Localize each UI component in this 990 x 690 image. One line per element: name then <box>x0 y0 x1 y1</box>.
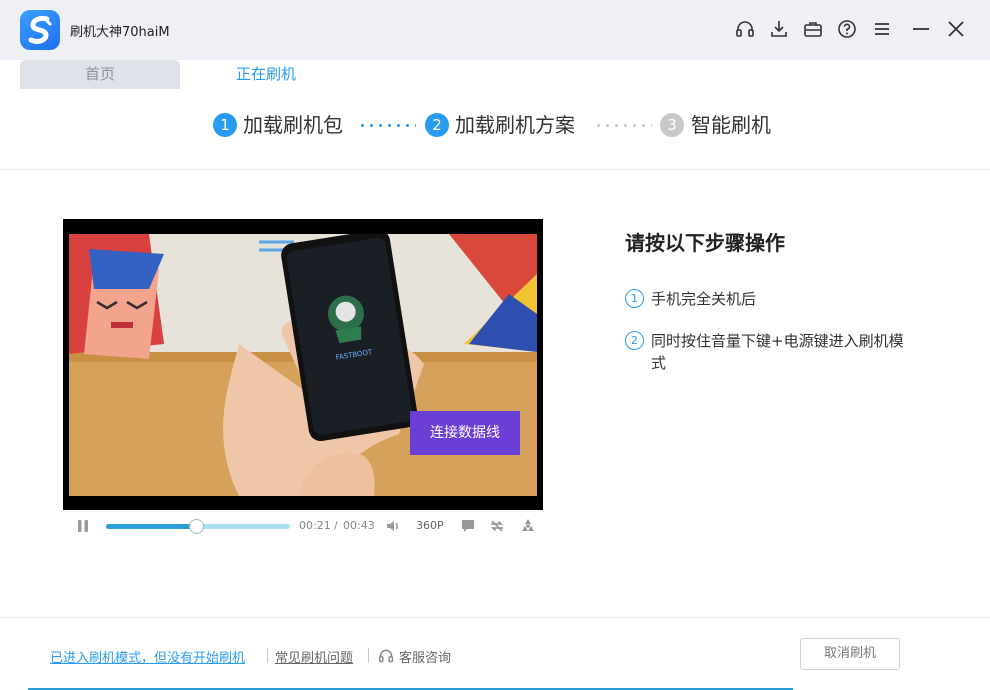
support-headset-icon <box>378 648 394 668</box>
video-frame: FASTBOOT 连接数据线 <box>69 234 537 496</box>
instruction-text: 同时按住音量下键+电源键进入刷机模式 <box>651 332 904 372</box>
duration: 00:43 <box>343 519 375 532</box>
app-title: 刷机大神70haiM <box>70 25 170 40</box>
footer: 已进入刷机模式，但没有开始刷机 常见刷机问题 客服咨询 取消刷机 <box>0 617 990 690</box>
instructions-title: 请按以下步骤操作 <box>625 231 785 255</box>
faq-link[interactable]: 常见刷机问题 <box>275 647 353 666</box>
footer-divider <box>368 648 369 663</box>
step-connector-1 <box>358 124 416 127</box>
progress-thumb[interactable] <box>189 519 205 534</box>
minimize-icon[interactable] <box>910 18 932 40</box>
video-player[interactable]: FASTBOOT 连接数据线 <box>63 219 543 510</box>
volume-icon[interactable] <box>383 516 403 536</box>
connect-cable-button[interactable]: 连接数据线 <box>410 411 520 455</box>
radiation-icon[interactable] <box>518 516 538 536</box>
step-2-label: 加载刷机方案 <box>455 113 575 137</box>
instruction-number: 2 <box>625 331 644 350</box>
video-scene-illustration: FASTBOOT <box>69 234 537 496</box>
menu-icon[interactable] <box>871 18 893 40</box>
player-controls: 00:21 / 00:43 360P <box>63 512 543 540</box>
footer-divider <box>267 648 268 663</box>
step-1-number: 1 <box>213 113 237 137</box>
current-time: 00:21 <box>299 519 331 532</box>
title-bar: 刷机大神70haiM <box>0 0 990 60</box>
step-3-label: 智能刷机 <box>691 113 771 137</box>
headset-icon[interactable] <box>734 18 756 40</box>
loop-icon[interactable] <box>487 516 507 536</box>
step-1-label: 加载刷机包 <box>243 113 343 137</box>
step-connector-2 <box>594 124 652 127</box>
instruction-text: 手机完全关机后 <box>651 290 757 308</box>
support-link[interactable]: 客服咨询 <box>399 647 451 666</box>
tab-flashing[interactable]: 正在刷机 <box>186 60 346 89</box>
danmaku-icon[interactable] <box>458 516 478 536</box>
step-3-number: 3 <box>660 113 684 137</box>
toolbox-icon[interactable] <box>802 18 824 40</box>
app-logo-icon <box>20 10 60 50</box>
close-icon[interactable] <box>945 18 967 40</box>
pause-icon[interactable] <box>73 516 93 536</box>
time-separator: / <box>334 519 338 532</box>
help-icon[interactable] <box>836 18 858 40</box>
cancel-flash-button[interactable]: 取消刷机 <box>800 638 900 670</box>
download-icon[interactable] <box>768 18 790 40</box>
progress-bar[interactable] <box>106 519 290 534</box>
progress-fill <box>106 524 197 529</box>
progress-stepper: 1 加载刷机包 2 加载刷机方案 3 智能刷机 <box>0 89 990 170</box>
step-2-number: 2 <box>425 113 449 137</box>
instruction-number: 1 <box>625 289 644 308</box>
quality-selector[interactable]: 360P <box>416 519 444 532</box>
entered-mode-link[interactable]: 已进入刷机模式，但没有开始刷机 <box>50 647 245 666</box>
tab-home[interactable]: 首页 <box>20 60 180 89</box>
